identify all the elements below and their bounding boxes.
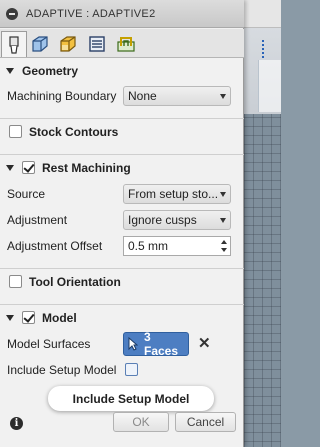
passes-icon [89,36,105,52]
model-section-header[interactable]: Model [0,304,244,330]
rest-machining-section-header[interactable]: Rest Machining [0,154,244,180]
model-surfaces-value: 3 Faces [143,330,179,358]
adjustment-offset-stepper[interactable]: 0.5 mm [123,236,231,256]
model-surfaces-selection-button[interactable]: 3 Faces [123,330,189,358]
tab-passes[interactable] [84,31,110,57]
include-setup-model-checkbox[interactable] [125,363,138,376]
heights-icon [60,36,76,52]
model-ghost-shape [258,60,281,112]
geometry-icon [32,36,48,52]
expand-triangle-icon[interactable] [6,68,14,74]
model-surfaces-row: Model Surfaces 3 Faces ✕ [0,330,244,358]
stepper-down-icon[interactable] [221,248,227,252]
stock-contours-section-header[interactable]: Stock Contours [0,118,244,144]
tab-tool[interactable] [1,31,27,57]
source-value: From setup sto... [128,187,219,201]
rest-machining-header-label: Rest Machining [42,160,131,175]
machining-boundary-row: Machining Boundary None [0,84,244,108]
include-setup-model-label: Include Setup Model [7,363,117,377]
geometry-section-header[interactable]: Geometry [0,58,244,84]
source-select[interactable]: From setup sto... [123,184,231,204]
tool-orientation-header-label: Tool Orientation [29,274,121,289]
source-row: Source From setup sto... [0,182,244,206]
tool-icon [9,35,19,54]
adaptive-dialog: ADAPTIVE : ADAPTIVE2 Geometry Machining … [0,0,244,447]
expand-triangle-icon[interactable] [6,164,14,171]
machining-boundary-label: Machining Boundary [7,89,117,103]
adjustment-offset-label: Adjustment Offset [7,239,103,253]
adjustment-offset-row: Adjustment Offset 0.5 mm [0,234,244,258]
tool-orientation-section-header[interactable]: Tool Orientation [0,268,244,294]
chevron-down-icon [220,94,226,99]
ok-button[interactable]: OK [113,412,169,432]
cursor-arrow-icon [128,337,138,351]
source-label: Source [7,187,46,201]
tab-heights[interactable] [55,31,81,57]
stock-contours-checkbox[interactable] [9,125,22,138]
model-surfaces-label: Model Surfaces [7,337,91,351]
adjustment-row: Adjustment Ignore cusps [0,208,244,232]
tooltip: Include Setup Model [48,386,214,411]
info-icon[interactable]: i [10,417,23,430]
viewport-toolbar-strip [244,0,281,28]
include-setup-model-row: Include Setup Model [0,358,244,382]
collapse-dialog-icon[interactable] [6,7,18,20]
axis-indicator [262,40,266,58]
clear-selection-close-icon[interactable]: ✕ [198,336,211,352]
model-header-label: Model [42,310,77,325]
dialog-title: ADAPTIVE : ADAPTIVE2 [26,7,156,20]
adjustment-select[interactable]: Ignore cusps [123,210,231,230]
cancel-button[interactable]: Cancel [175,412,236,432]
rest-machining-checkbox[interactable] [22,161,35,174]
tab-geometry[interactable] [27,31,53,57]
adjustment-label: Adjustment [7,213,68,227]
tooltip-text: Include Setup Model [72,391,190,406]
tab-bar [0,29,244,58]
stepper-up-icon[interactable] [221,240,227,244]
machining-boundary-select[interactable]: None [123,86,231,106]
dialog-titlebar[interactable]: ADAPTIVE : ADAPTIVE2 [0,0,244,28]
adjustment-offset-value: 0.5 mm [128,239,169,253]
expand-triangle-icon[interactable] [6,314,14,321]
machining-boundary-value: None [128,89,157,103]
tab-linking[interactable] [113,31,139,57]
model-checkbox[interactable] [22,311,35,324]
canvas-viewport[interactable] [244,0,281,447]
tool-orientation-checkbox[interactable] [9,275,22,288]
linking-icon [117,37,135,52]
stock-contours-header-label: Stock Contours [29,124,119,139]
dialog-footer: i OK Cancel [0,410,244,447]
adjustment-value: Ignore cusps [128,213,197,227]
chevron-down-icon [220,218,226,223]
chevron-down-icon [220,192,226,197]
geometry-header-label: Geometry [22,64,79,78]
